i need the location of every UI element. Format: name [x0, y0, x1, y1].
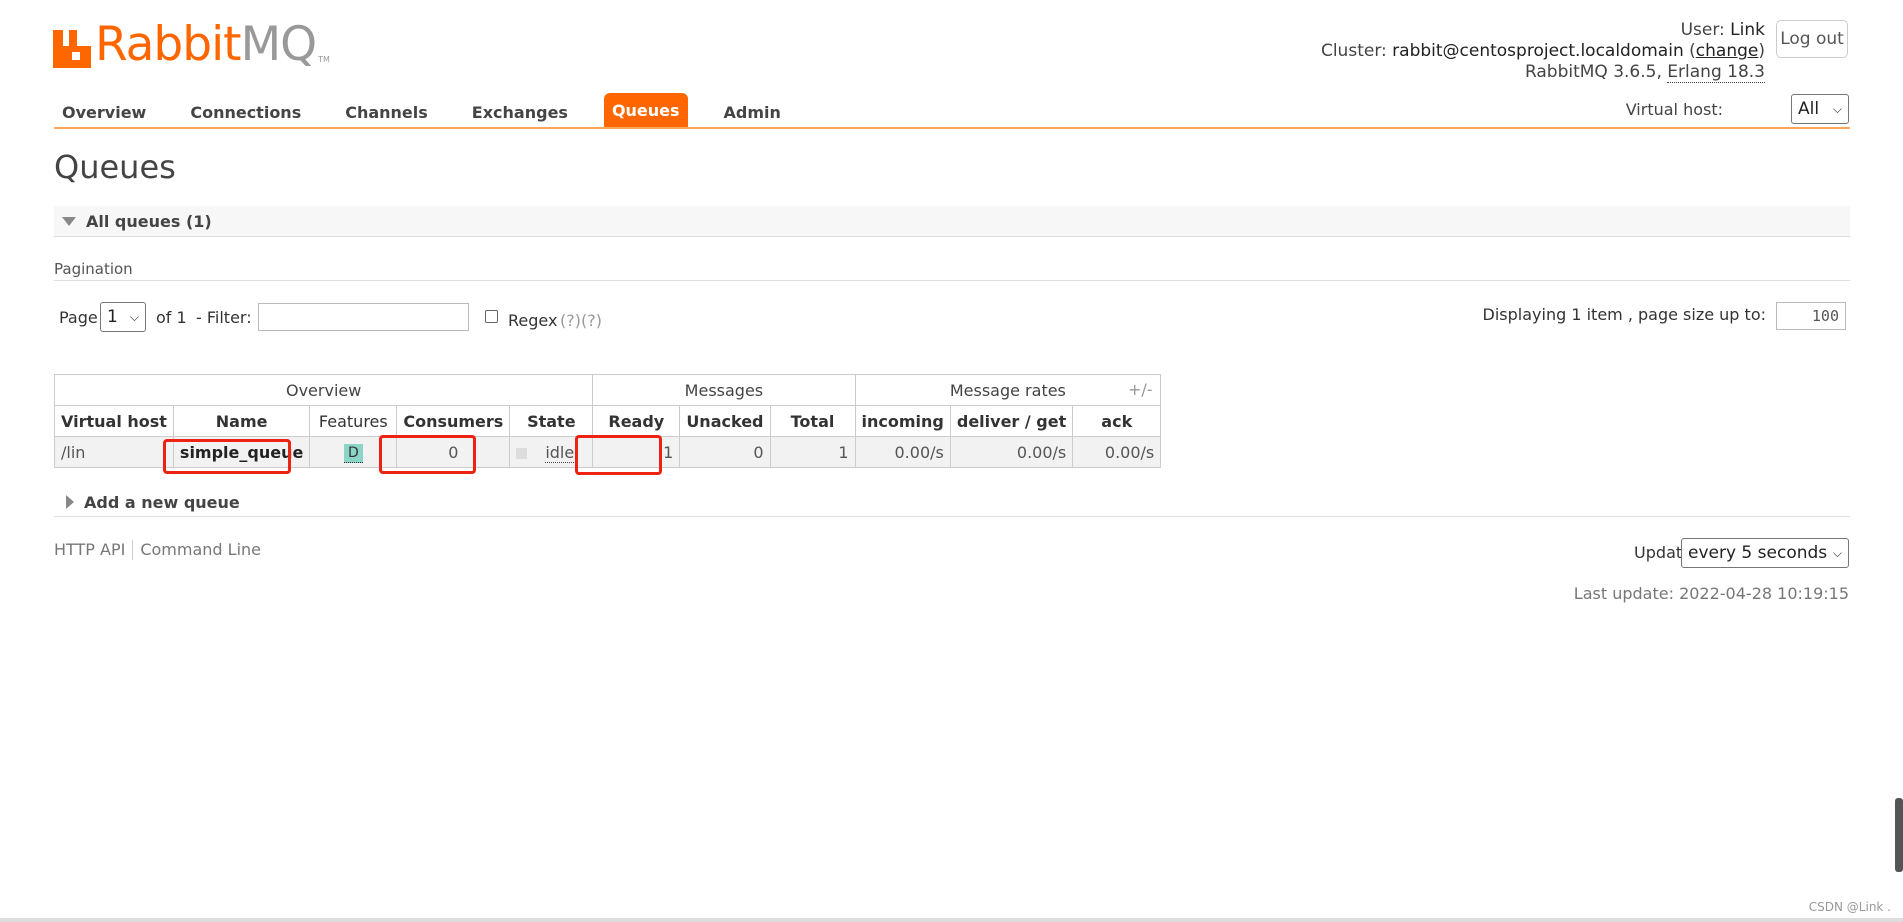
main-nav: Overview Connections Channels Exchanges … [54, 93, 817, 128]
cluster-name: rabbit@centosproject.localdomain [1392, 41, 1684, 61]
cell-unacked: 0 [679, 436, 771, 468]
chevron-down-icon: ⌵ [1832, 101, 1842, 116]
columns-toggle-link[interactable]: +/- [1128, 380, 1153, 399]
scrollbar[interactable] [1895, 798, 1903, 872]
col-incoming[interactable]: incoming [854, 405, 951, 437]
col-features: Features [309, 405, 398, 437]
filter-input[interactable] [258, 303, 469, 331]
triangle-right-icon [66, 495, 74, 509]
page-title: Queues [54, 148, 176, 186]
col-consumers[interactable]: Consumers [396, 405, 511, 437]
pagination-divider [54, 280, 1850, 281]
tab-queues[interactable]: Queues [603, 93, 688, 128]
version-info: RabbitMQ 3.6.5, Erlang 18.3 [1524, 62, 1765, 83]
vhost-label: Virtual host: [1625, 100, 1723, 119]
highlight-consumers [379, 435, 476, 474]
all-queues-section-toggle[interactable]: All queues (1) [54, 206, 1850, 237]
erlang-version: Erlang 18.3 [1667, 62, 1765, 83]
footer-separator [132, 540, 134, 560]
state-text: idle [545, 442, 575, 463]
page-count: of 1 [156, 308, 187, 327]
cell-ack: 0.00/s [1072, 436, 1162, 468]
table-column-header: Virtual host Name Features Consumers Sta… [54, 405, 1162, 437]
http-api-link[interactable]: HTTP API [54, 540, 125, 560]
add-queue-heading: Add a new queue [84, 492, 240, 512]
tab-channels[interactable]: Channels [337, 97, 436, 128]
watermark: CSDN @Link . [1808, 900, 1891, 914]
vhost-select[interactable]: All ⌵ [1791, 94, 1849, 124]
col-unacked[interactable]: Unacked [679, 405, 771, 437]
user-info: User: Link [1680, 20, 1765, 40]
cell-total: 1 [769, 436, 856, 468]
nav-divider [54, 127, 1850, 129]
highlight-ready [575, 435, 662, 475]
user-name: Link [1730, 20, 1765, 40]
group-messages: Messages [592, 374, 856, 406]
tab-admin[interactable]: Admin [716, 97, 789, 128]
tab-overview[interactable]: Overview [54, 97, 154, 128]
window-bottom-edge [0, 918, 1903, 922]
chevron-down-icon: ⌵ [1832, 545, 1842, 560]
logout-button[interactable]: Log out [1776, 20, 1848, 58]
tab-exchanges[interactable]: Exchanges [464, 97, 576, 128]
regex-help-link[interactable]: (?)(?) [560, 311, 602, 330]
group-overview: Overview [53, 374, 594, 406]
triangle-down-icon [62, 216, 76, 226]
tab-connections[interactable]: Connections [182, 97, 309, 128]
logo-wordmark: RabbitMQ [95, 17, 317, 72]
cell-deliver-get: 0.00/s [949, 436, 1074, 468]
rabbit-logo-icon [53, 30, 91, 68]
cell-incoming: 0.00/s [854, 436, 951, 468]
col-ready[interactable]: Ready [592, 405, 681, 437]
regex-checkbox[interactable] [485, 310, 498, 323]
last-update-text: Last update: 2022-04-28 10:19:15 [1573, 584, 1849, 603]
col-name[interactable]: Name [172, 405, 311, 437]
filter-label: - Filter: [196, 308, 252, 327]
regex-label: Regex [508, 311, 558, 330]
display-count-text: Displaying 1 item , page size up to: [1482, 305, 1766, 324]
pagination-heading: Pagination [54, 260, 133, 278]
command-line-link[interactable]: Command Line [140, 540, 261, 560]
table-group-header: Overview Messages Message rates [53, 374, 1162, 406]
add-queue-section-toggle[interactable]: Add a new queue [54, 488, 1850, 517]
page-label: Page [59, 308, 98, 327]
chevron-down-icon: ⌵ [129, 309, 139, 324]
footer-links: HTTP API Command Line [54, 540, 261, 560]
group-message-rates: Message rates [854, 374, 1162, 406]
highlight-name [163, 439, 291, 474]
col-virtual-host[interactable]: Virtual host [54, 405, 174, 437]
page-size-input[interactable]: 100 [1776, 302, 1846, 330]
trademark: TM [318, 55, 330, 64]
col-total[interactable]: Total [769, 405, 856, 437]
page-select[interactable]: 1 ⌵ [100, 302, 146, 332]
section-heading: All queues (1) [86, 211, 212, 231]
cluster-change-link[interactable]: change [1696, 41, 1759, 61]
col-deliver-get[interactable]: deliver / get [949, 405, 1074, 437]
durable-badge: D [343, 443, 363, 463]
col-ack[interactable]: ack [1072, 405, 1162, 437]
col-state[interactable]: State [509, 405, 594, 437]
rabbitmq-logo: RabbitMQ TM [53, 18, 330, 68]
cluster-info: Cluster: rabbit@centosproject.localdomai… [1320, 41, 1765, 61]
cell-vhost: /lin [54, 436, 174, 468]
state-indicator-icon [516, 447, 528, 459]
update-interval-select[interactable]: every 5 seconds ⌵ [1681, 538, 1849, 568]
